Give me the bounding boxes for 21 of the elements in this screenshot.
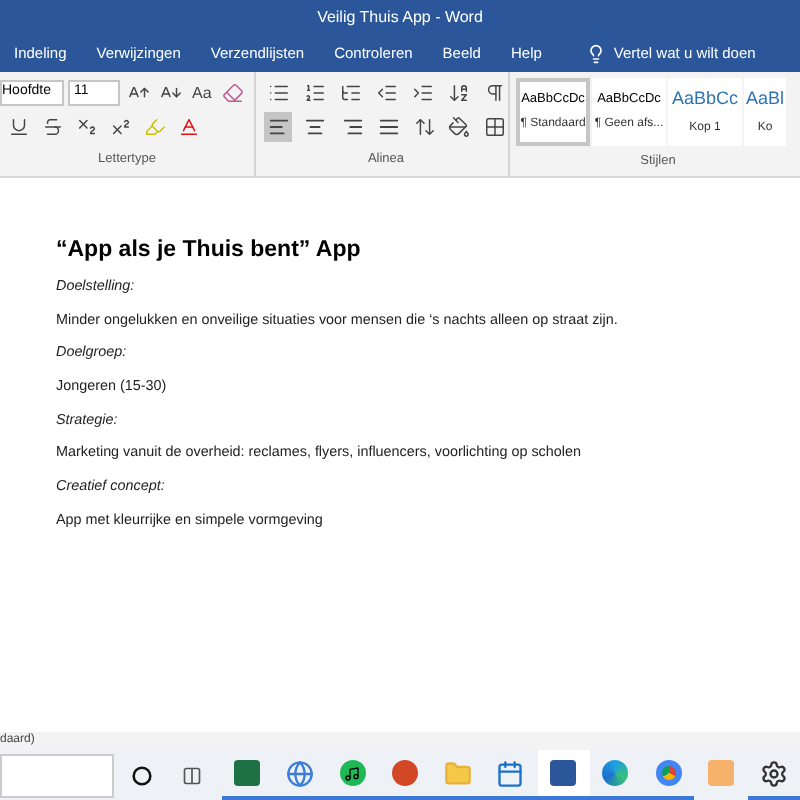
align-left-button[interactable] [264,112,293,142]
document-title: “App als je Thuis bent” App [56,236,363,266]
eraser-icon[interactable] [219,79,248,107]
borders-icon[interactable] [481,113,508,141]
paint-bucket-icon[interactable] [446,113,474,141]
numbered-list-icon[interactable] [300,79,328,107]
music-app-icon [339,760,366,786]
lightbulb-icon [585,44,606,64]
calendar-icon [496,759,525,787]
window-title: Veilig Thuis App - Word [317,6,483,30]
folder-icon [444,759,473,787]
globe-icon [286,759,315,787]
task-view-icon[interactable] [181,765,202,785]
app-tile-icon [708,760,735,786]
change-case-button[interactable]: Aa [188,81,216,105]
sort-icon[interactable] [444,79,472,107]
settings-icon [759,759,788,787]
taskbar-app-button[interactable] [537,750,590,800]
search-field[interactable] [0,753,114,797]
line-spacing-icon[interactable] [411,113,439,141]
circle-icon[interactable] [131,765,152,785]
